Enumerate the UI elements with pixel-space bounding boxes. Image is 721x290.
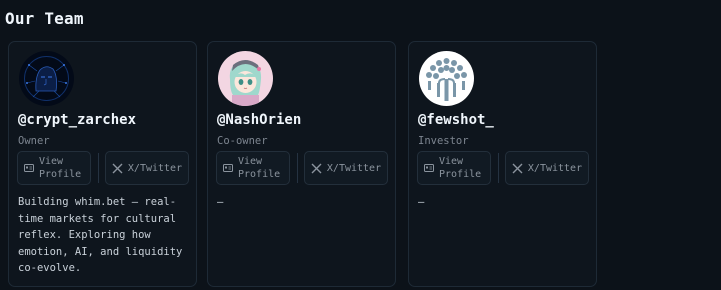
member-bio: Building whim.bet — real-time markets fo… [18, 196, 183, 274]
x-twitter-button[interactable]: X/Twitter [304, 151, 388, 185]
section-title: Our Team [5, 9, 84, 28]
profile-card-icon [223, 164, 233, 172]
x-logo-icon [311, 163, 322, 173]
avatar [218, 51, 273, 106]
member-handle: @crypt_zarchex [18, 112, 137, 128]
view-profile-button[interactable]: View Profile [417, 151, 491, 185]
team-card-crypt-zarchex: @crypt_zarchex Owner View Profile X/Twit… [8, 41, 197, 287]
view-profile-label-line1: View [238, 156, 263, 167]
profile-card-icon [424, 164, 434, 172]
view-profile-label-line2: Profile [238, 169, 281, 180]
member-handle: @fewshot_ [418, 112, 494, 128]
view-profile-label-line2: Profile [439, 169, 482, 180]
avatar [19, 51, 74, 106]
view-profile-label-line1: View [439, 156, 464, 167]
team-card-fewshot: @fewshot_ Investor View Profile X/Twitte… [408, 41, 597, 287]
x-logo-icon [112, 163, 123, 173]
x-logo-icon [512, 163, 523, 173]
x-twitter-button[interactable]: X/Twitter [105, 151, 189, 185]
member-role: Co-owner [217, 135, 268, 147]
profile-card-icon [24, 164, 34, 172]
view-profile-button[interactable]: View Profile [17, 151, 91, 185]
member-bio: – [418, 196, 425, 208]
avatar [419, 51, 474, 106]
member-handle: @NashOrien [217, 112, 302, 128]
view-profile-label-line1: View [39, 156, 64, 167]
member-role: Investor [418, 135, 469, 147]
button-separator [297, 153, 298, 183]
x-twitter-label: X/Twitter [527, 162, 583, 174]
x-twitter-label: X/Twitter [127, 162, 183, 174]
x-twitter-button[interactable]: X/Twitter [505, 151, 589, 185]
x-twitter-label: X/Twitter [326, 162, 382, 174]
button-separator [498, 153, 499, 183]
member-bio: – [217, 196, 224, 208]
view-profile-button[interactable]: View Profile [216, 151, 290, 185]
member-role: Owner [18, 135, 50, 147]
view-profile-label-line2: Profile [39, 169, 82, 180]
button-separator [98, 153, 99, 183]
team-card-nashorien: @NashOrien Co-owner View Profile X/Twitt… [207, 41, 396, 287]
